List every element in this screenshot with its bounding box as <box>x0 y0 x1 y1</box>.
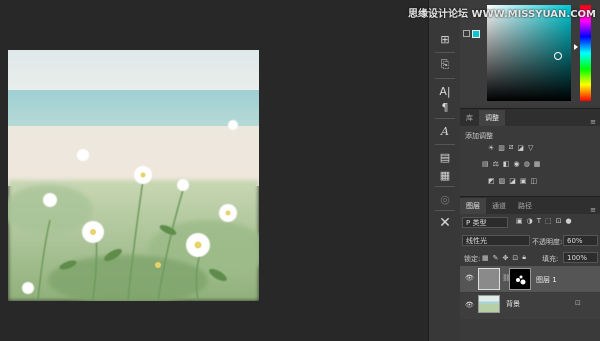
layer-lock-icon: ⊡ <box>575 299 581 307</box>
panel-menu-icon[interactable]: ≡ <box>590 118 596 126</box>
tab-layers[interactable]: 图层 <box>460 198 486 214</box>
watermark-text: 思缘设计论坛 WWW.MISSYUAN.COM <box>408 9 596 20</box>
lock-transparent-icon[interactable]: ▦ <box>482 254 489 262</box>
brush-history-icon[interactable]: ⎘ <box>434 56 456 74</box>
opacity-label: 不透明度: <box>532 238 563 246</box>
layer-row[interactable]: 👁︎ ⛓ 图层 1 <box>460 266 600 292</box>
posterize-icon[interactable]: ▨ <box>499 177 506 185</box>
tab-paths[interactable]: 路径 <box>512 198 538 214</box>
levels-icon[interactable]: ▥ <box>498 144 505 152</box>
gradient-map-icon[interactable]: ▣ <box>520 177 527 185</box>
selective-color-icon[interactable]: ◫ <box>531 177 538 185</box>
visibility-eye-icon[interactable]: 👁︎ <box>465 274 474 282</box>
divider <box>435 210 455 211</box>
layer-thumbnail[interactable] <box>478 295 500 313</box>
layer-mask-thumbnail[interactable] <box>509 268 531 290</box>
lock-all-icon[interactable]: 🔒︎ <box>522 253 526 262</box>
smudge-icon[interactable]: ◎ <box>434 190 456 208</box>
shape-filter-icon[interactable]: ⬚ <box>545 217 552 225</box>
current-color-swatch[interactable] <box>472 30 480 38</box>
curves-icon[interactable]: ⧄ <box>509 143 513 152</box>
pixel-filter-icon[interactable]: ▣ <box>516 217 523 225</box>
properties-icon[interactable]: ⊞ <box>434 30 456 48</box>
layer-name[interactable]: 背景 <box>506 299 520 309</box>
flower-photo <box>8 50 259 301</box>
tab-adjustments[interactable]: 调整 <box>479 110 505 126</box>
layer-filter-icons: ▣ ◑ T ⬚ ⊡ ● <box>516 217 572 225</box>
hue-slider-handle[interactable] <box>574 44 578 50</box>
lock-image-icon[interactable]: ✎ <box>493 254 499 262</box>
tab-channels[interactable]: 通道 <box>486 198 512 214</box>
lock-label: 锁定: <box>464 255 481 263</box>
divider <box>435 144 455 145</box>
lock-icons: ▦ ✎ ✥ ⊡ 🔒︎ <box>482 253 526 262</box>
paragraph-icon[interactable]: ¶ <box>434 98 456 116</box>
channel-mixer-icon[interactable]: ◍ <box>524 160 530 168</box>
layers-panel-tabs: 图层 通道 路径 ≡ <box>460 196 600 214</box>
color-lookup-icon[interactable]: ▦ <box>534 160 541 168</box>
type-filter-icon[interactable]: T <box>537 217 541 225</box>
panel-tool-strip: ⊞ ⎘ A| ¶ A ▤ ▦ ◎ ✕ <box>428 0 462 341</box>
filter-toggle-icon[interactable]: ● <box>566 217 572 225</box>
vibrance-icon[interactable]: ▽ <box>528 144 533 152</box>
adjustment-icons-row-1: ☀ ▥ ⧄ ◪ ▽ <box>488 143 533 152</box>
opacity-field[interactable]: 60% <box>563 235 598 246</box>
notes-icon[interactable]: ▤ <box>434 148 456 166</box>
divider <box>435 78 455 79</box>
brightness-icon[interactable]: ☀ <box>488 144 494 152</box>
tab-library[interactable]: 库 <box>460 110 479 126</box>
layers-footer <box>460 320 600 341</box>
adjustments-title: 添加调整 <box>465 132 493 140</box>
invert-icon[interactable]: ◩ <box>488 177 495 185</box>
hue-saturation-icon[interactable]: ▤ <box>482 160 489 168</box>
smart-object-filter-icon[interactable]: ⊡ <box>556 217 562 225</box>
exposure-icon[interactable]: ◪ <box>517 144 524 152</box>
divider <box>435 118 455 119</box>
layers-menu-icon[interactable]: ≡ <box>590 206 596 214</box>
photo-filter-icon[interactable]: ◉ <box>514 160 520 168</box>
color-picker-cursor[interactable] <box>554 52 562 60</box>
warning-swatch-icon[interactable] <box>463 30 470 37</box>
adjust-panel-tabs: 库 调整 ≡ <box>460 108 600 126</box>
threshold-icon[interactable]: ◪ <box>509 177 516 185</box>
canvas-photo[interactable] <box>8 50 259 301</box>
layer-row[interactable]: 👁︎ 背景 ⊡ <box>460 293 600 319</box>
layer-name[interactable]: 图层 1 <box>536 275 557 285</box>
adjustment-icons-row-3: ◩ ▨ ◪ ▣ ◫ <box>488 177 537 185</box>
fill-field[interactable]: 100% <box>563 252 598 263</box>
glyph-icon[interactable]: A <box>434 122 456 140</box>
adjustment-filter-icon[interactable]: ◑ <box>527 217 533 225</box>
layer-filter-select[interactable]: P 类型 <box>462 217 508 228</box>
stamp-icon[interactable]: ▦ <box>434 166 456 184</box>
artboard-icon[interactable]: ⊡ <box>512 254 518 262</box>
visibility-eye-icon[interactable]: 👁︎ <box>465 301 474 309</box>
color-swatches[interactable] <box>463 30 480 38</box>
fill-label: 填充: <box>542 255 559 263</box>
layer-thumbnail[interactable] <box>478 268 500 290</box>
mask-preview <box>516 275 526 285</box>
divider <box>435 52 455 53</box>
black-white-icon[interactable]: ◧ <box>503 160 510 168</box>
adjustment-icons-row-2: ▤ ⚖ ◧ ◉ ◍ ▦ <box>482 160 540 168</box>
divider <box>435 186 455 187</box>
tools-icon[interactable]: ✕ <box>434 214 456 232</box>
color-balance-icon[interactable]: ⚖ <box>493 160 499 168</box>
lock-position-icon[interactable]: ✥ <box>503 254 509 262</box>
blend-mode-select[interactable]: 线性光 <box>462 235 530 246</box>
